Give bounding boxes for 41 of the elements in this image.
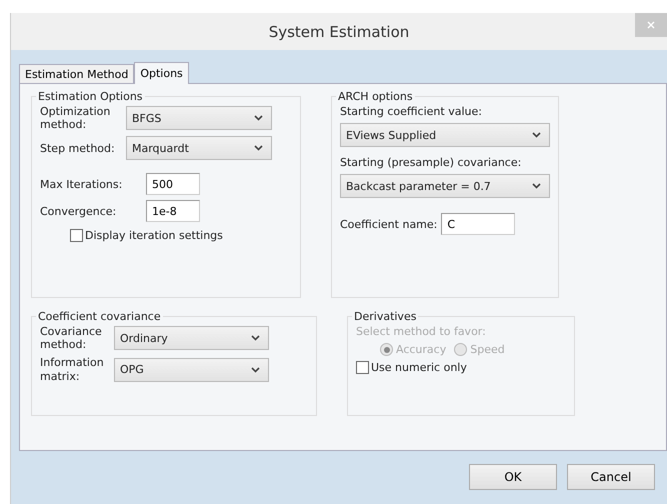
tab[interactable]: Estimation Method: [19, 64, 134, 83]
chevron-icon: [532, 183, 541, 190]
group-title: Derivatives: [353, 310, 418, 323]
chevron-icon: [251, 335, 260, 342]
checkbox-label: Display iteration settings: [85, 229, 223, 242]
group-title: ARCH options: [337, 90, 414, 103]
input-field[interactable]: C: [441, 213, 516, 236]
field-label: Starting coefficient value:: [340, 105, 483, 118]
input-field[interactable]: 1e-8: [146, 200, 200, 222]
field-label: Max Iterations:: [40, 178, 124, 191]
field-label: Coefficient name:: [340, 218, 438, 231]
group-title: Coefficient covariance: [37, 310, 162, 323]
chevron-icon: [254, 145, 263, 152]
input-field[interactable]: 500: [146, 173, 200, 196]
dropdown[interactable]: Backcast parameter = 0.7: [340, 174, 550, 198]
chevron-icon: [254, 115, 263, 122]
dropdown[interactable]: Ordinary: [114, 326, 269, 350]
field-label: Starting (presample) covariance:: [340, 156, 522, 170]
dropdown[interactable]: EViews Supplied: [340, 123, 550, 148]
radio-label: Speed: [470, 343, 505, 356]
field-label: Convergence:: [40, 204, 118, 218]
dialog-button[interactable]: OK: [469, 464, 557, 490]
hint-text: Select method to favor:: [356, 325, 487, 338]
dropdown[interactable]: BFGS: [126, 106, 272, 130]
field-label: Optimization method:: [40, 105, 112, 132]
close-icon: [647, 21, 655, 29]
field-label: Covariance method:: [40, 325, 103, 352]
dropdown[interactable]: OPG: [114, 358, 269, 382]
field-label: Information matrix:: [40, 356, 105, 383]
close-button[interactable]: [635, 13, 667, 37]
chevron-icon: [251, 366, 260, 373]
checkbox-label: Use numeric only: [371, 361, 467, 374]
tab[interactable]: Options: [134, 62, 189, 84]
window-title: System Estimation: [268, 22, 410, 40]
checkbox[interactable]: [70, 229, 83, 242]
dialog-button[interactable]: Cancel: [567, 464, 655, 490]
group-title: Estimation Options: [37, 90, 144, 103]
field-label: Step method:: [40, 142, 116, 155]
dropdown[interactable]: Marquardt: [126, 136, 272, 160]
chevron-icon: [532, 132, 541, 138]
radio-label: Accuracy: [396, 343, 446, 356]
